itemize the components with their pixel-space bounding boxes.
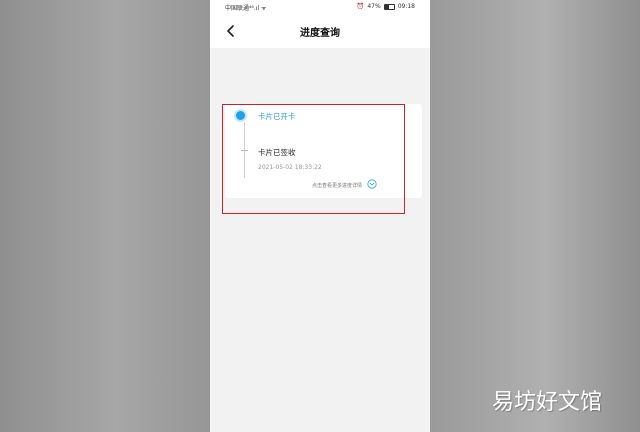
status-bar: 中国联通⁴⁶.ıl ᯤ ⏰ 47% 09:18 [210, 0, 430, 14]
clock-time: 09:18 [397, 3, 415, 10]
alarm-icon: ⏰ [356, 3, 365, 10]
app-header: 进度查询 [210, 14, 430, 48]
highlight-box [222, 104, 405, 214]
background-right [430, 0, 640, 432]
page-title: 进度查询 [300, 28, 340, 39]
battery-icon [383, 3, 395, 10]
carrier-label: 中国联通⁴⁶.ıl ᯤ [225, 3, 266, 12]
carrier-name: 中国联通 [225, 5, 250, 12]
signal-icon: ⁴⁶.ıl [249, 5, 260, 12]
watermark-text: 易坊好文馆 [492, 390, 603, 415]
battery-percent: 47% [367, 3, 381, 10]
wifi-icon: ᯤ [261, 5, 267, 12]
background-left [0, 0, 210, 432]
status-right: ⏰ 47% 09:18 [357, 3, 415, 10]
phone-screen: 中国联通⁴⁶.ıl ᯤ ⏰ 47% 09:18 进度查询 卡片已开卡 卡片已签收… [210, 0, 430, 432]
